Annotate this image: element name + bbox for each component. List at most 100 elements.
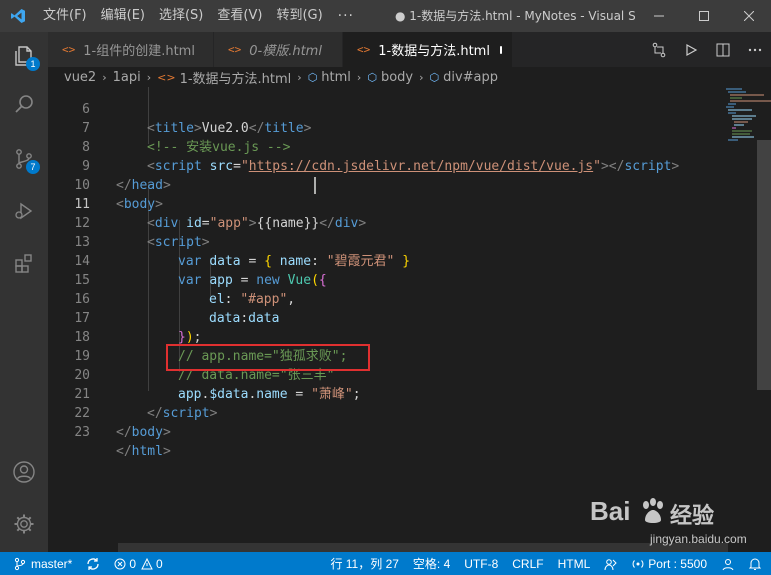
menu-view[interactable]: 查看(V) xyxy=(210,0,269,32)
html-file-icon: <> xyxy=(157,70,176,84)
chevron-right-icon: › xyxy=(356,70,362,84)
watermark-brand: Bai xyxy=(590,496,631,526)
code-line: 13 var data = { name: "碧霞元君" } xyxy=(48,214,688,269)
tab-label: 0-模版.html xyxy=(249,44,322,59)
code-line: 22 </body> xyxy=(48,385,688,440)
code-editor[interactable]: 6 <title>Vue2.0</title> 7 <!-- 安装vue.js … xyxy=(48,87,771,552)
breadcrumb-folder-vue2[interactable]: vue2 xyxy=(64,70,96,85)
element-cube-icon: ⬡ xyxy=(367,70,377,84)
broadcast-icon xyxy=(632,559,644,568)
status-bar: master* 0 0 行 11，列 27 空格: 4 UTF-8 CRLF H… xyxy=(0,552,771,575)
breadcrumb-body[interactable]: body xyxy=(381,70,413,85)
menu-edit[interactable]: 编辑(E) xyxy=(94,0,152,32)
menu-go[interactable]: 转到(G) xyxy=(269,0,329,32)
sync-icon[interactable] xyxy=(79,557,107,571)
explorer-icon[interactable] xyxy=(0,32,48,80)
indentation[interactable]: 空格: 4 xyxy=(406,555,457,572)
code-line: 23 </html> xyxy=(48,404,688,459)
split-editor-icon[interactable] xyxy=(707,32,739,67)
open-changes-icon[interactable] xyxy=(643,32,675,67)
more-actions-icon[interactable] xyxy=(739,32,771,67)
element-cube-icon: ⬡ xyxy=(307,70,318,84)
chevron-right-icon: › xyxy=(297,70,302,84)
extensions-icon[interactable] xyxy=(0,239,48,287)
breadcrumb-folder-1api[interactable]: 1api xyxy=(113,70,141,85)
tab-label: 1-数据与方法.html xyxy=(378,44,490,59)
window-title: ● 1-数据与方法.html - MyNotes - Visual St... xyxy=(395,9,635,23)
watermark-jingyan: 经验 xyxy=(670,503,715,528)
live-share-icon[interactable] xyxy=(597,557,625,571)
feedback-icon[interactable] xyxy=(714,557,742,571)
live-server-port[interactable]: Port : 5500 xyxy=(625,557,714,571)
tab-component-creation[interactable]: <> 1-组件的创建.html xyxy=(48,32,214,67)
run-debug-icon[interactable] xyxy=(0,187,48,235)
branch-name: master* xyxy=(31,556,73,571)
error-count: 0 xyxy=(129,556,137,571)
menu-file[interactable]: 文件(F) xyxy=(36,0,94,32)
code-line: 16 data:data xyxy=(48,271,688,326)
language-mode[interactable]: HTML xyxy=(551,557,598,571)
source-control-badge: 7 xyxy=(26,160,40,174)
menu-bar: 文件(F) 编辑(E) 选择(S) 查看(V) 转到(G) ··· xyxy=(36,0,362,32)
code-line: 12 <script> xyxy=(48,195,688,250)
html-file-icon: <> xyxy=(228,43,242,56)
baidu-paw-icon xyxy=(643,498,663,523)
html-file-icon: <> xyxy=(357,43,371,56)
line-number: 23 xyxy=(74,425,90,440)
code-line: 17 }); xyxy=(48,290,688,345)
warning-count: 0 xyxy=(156,556,163,571)
search-icon[interactable] xyxy=(0,80,48,128)
vscode-logo-icon xyxy=(0,0,36,32)
chevron-right-icon: › xyxy=(146,70,152,84)
source-control-icon[interactable] xyxy=(0,135,48,183)
tab-label: 1-组件的创建.html xyxy=(83,44,195,59)
breadcrumb: vue2 › 1api › <> 1-数据与方法.html › ⬡ html ›… xyxy=(48,67,771,87)
watermark-url: jingyan.baidu.com xyxy=(650,532,747,546)
code-line: 11 <div id="app">{{name}}</div> xyxy=(48,176,688,231)
git-branch-icon xyxy=(14,557,26,570)
breadcrumb-file[interactable]: 1-数据与方法.html xyxy=(180,68,292,87)
code-line: 18 // app.name="独孤求败"; xyxy=(48,309,688,364)
tab-data-and-methods[interactable]: <> 1-数据与方法.html xyxy=(343,32,513,67)
text-cursor xyxy=(314,177,316,194)
close-window-button[interactable] xyxy=(726,0,771,32)
code-line: 14 var app = new Vue({ xyxy=(48,233,688,288)
minimize-button[interactable] xyxy=(636,0,681,32)
title-bar: 文件(F) 编辑(E) 选择(S) 查看(V) 转到(G) ··· ● 1-数据… xyxy=(0,0,771,32)
end-of-line[interactable]: CRLF xyxy=(505,557,550,571)
cursor-position[interactable]: 行 11，列 27 xyxy=(323,555,405,572)
tab-actions xyxy=(643,32,771,67)
branch-status[interactable]: master* xyxy=(0,557,79,571)
problems-status[interactable]: 0 0 xyxy=(107,557,169,571)
run-play-icon[interactable] xyxy=(675,32,707,67)
maximize-button[interactable] xyxy=(681,0,726,32)
minimap[interactable] xyxy=(724,87,771,147)
code-line: 7 <!-- 安装vue.js --> xyxy=(48,100,688,155)
encoding[interactable]: UTF-8 xyxy=(457,557,505,571)
element-cube-icon: ⬡ xyxy=(429,70,440,84)
notifications-bell-icon[interactable] xyxy=(742,557,771,571)
port-label: Port : 5500 xyxy=(648,556,707,571)
menu-selection[interactable]: 选择(S) xyxy=(152,0,210,32)
code-line: 9 </head> xyxy=(48,138,688,193)
warning-icon xyxy=(141,557,153,569)
chevron-right-icon: › xyxy=(102,70,107,84)
menu-more-button[interactable]: ··· xyxy=(330,8,362,24)
chevron-right-icon: › xyxy=(419,70,424,84)
html-file-icon: <> xyxy=(62,43,76,56)
code-line: 15 el: "#app", xyxy=(48,252,688,307)
breadcrumb-div-app[interactable]: div#app xyxy=(443,70,498,85)
unsaved-dot-icon[interactable] xyxy=(499,45,502,54)
status-right: 行 11，列 27 空格: 4 UTF-8 CRLF HTML Port : 5… xyxy=(323,552,771,575)
tab-template[interactable]: <> 0-模版.html xyxy=(214,32,343,67)
code-line: 8 <script src="https://cdn.jsdelivr.net/… xyxy=(48,119,688,174)
code-line: 6 <title>Vue2.0</title> xyxy=(48,87,688,136)
settings-gear-icon[interactable] xyxy=(0,500,48,548)
account-icon[interactable] xyxy=(0,448,48,496)
code-line: 10 <body> xyxy=(48,157,688,212)
error-icon xyxy=(114,558,126,569)
vertical-scrollbar[interactable] xyxy=(757,140,771,390)
editor-tabs: <> 1-组件的创建.html <> 0-模版.html <> 1-数据与方法.… xyxy=(48,32,771,67)
breadcrumb-html[interactable]: html xyxy=(321,70,351,85)
activity-bar: 1 7 xyxy=(0,32,48,552)
